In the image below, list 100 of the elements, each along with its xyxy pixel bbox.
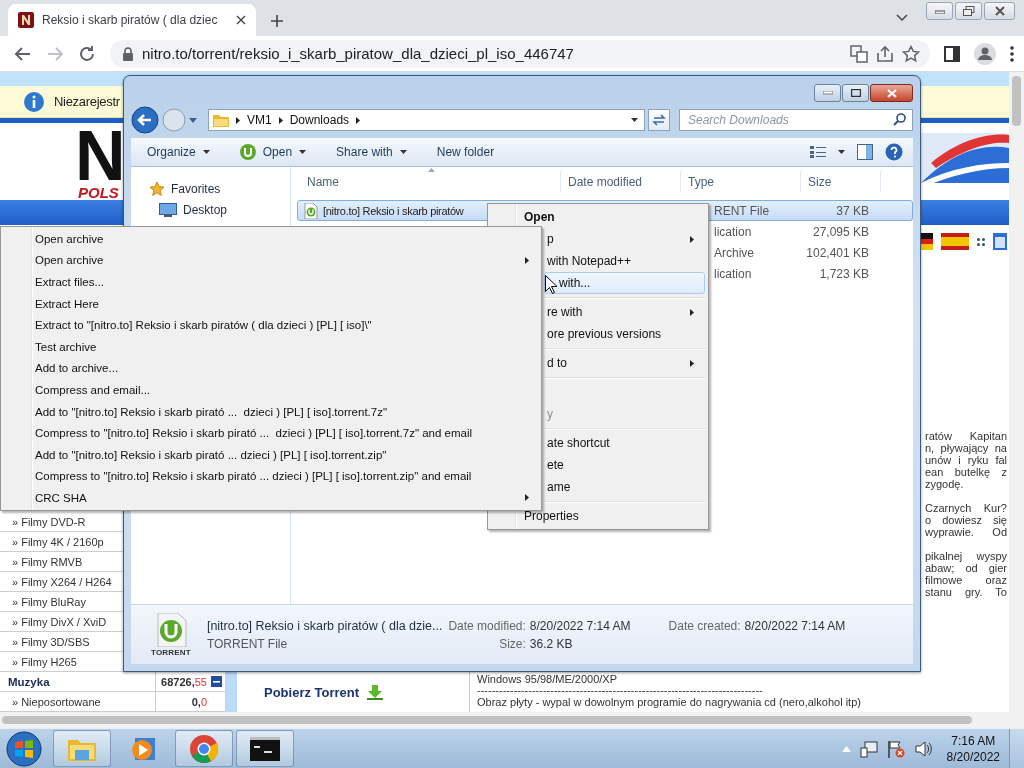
menu-item[interactable]: ore previous versions [544,323,705,345]
preview-pane-icon[interactable] [857,144,873,160]
menu-item[interactable]: with... [544,272,705,294]
view-dropdown-icon [838,150,845,154]
menu-icon[interactable] [1010,45,1014,62]
menu-item[interactable]: with Notepad++ [544,250,705,272]
menu-item[interactable]: Compress and email... [1,379,541,401]
menu-item[interactable]: Add to archive... [1,357,541,380]
subcategory-link[interactable]: » Filmy 3D/SBS [12,635,90,648]
menu-item[interactable]: Compress to "[nitro.to] Reksio i skarb pirató ... dzieci ) [PL] [ iso].torrent.7z" and email [1,422,541,444]
clock-time[interactable]: 7:16 AM [951,732,996,749]
star-icon[interactable] [902,44,920,63]
column-header[interactable]: Date modified [568,174,643,189]
submenu-arrow-icon [690,236,694,243]
instruction-text: Windows 95/98/ME/2000/XP [477,673,619,685]
network-icon[interactable] [859,739,878,758]
address-bar[interactable]: VM1 Downloads [208,109,645,131]
refresh-button[interactable] [648,109,670,131]
detail-file-type: TORRENT File [206,636,289,651]
column-header[interactable]: Type [688,174,714,189]
menu-item[interactable]: p [544,228,705,250]
clock-date[interactable]: 8/20/2022 [946,748,1000,765]
profile-icon[interactable] [974,42,996,65]
notice-text: Niezarejestr [54,94,120,109]
toolbar-button[interactable]: Share with [336,145,407,159]
search-icon [893,113,906,126]
instruction-text: ------------------------------------------------------------------------------ [477,685,764,697]
breadcrumb-item[interactable]: Downloads [289,113,350,127]
subcategory-link[interactable]: » Filmy 4K / 2160p [12,535,104,548]
file-type: lication [713,266,753,281]
view-options-icon[interactable] [810,146,826,158]
minimize-icon [822,91,833,95]
download-link[interactable]: Pobierz Torrent [264,684,360,700]
site-logo[interactable]: N [75,127,126,185]
collapse-icon[interactable] [211,676,222,687]
menu-item[interactable]: Compress to "[nitro.to] Reksio i skarb pirató ... dzieci ) [PL] [ iso].torrent.zip" and email [1,465,541,488]
subcategory-link[interactable]: » Filmy RMVB [12,555,83,568]
subcategory-link[interactable]: » Filmy BluRay [12,595,86,608]
menu-item[interactable]: ate shortcut [544,432,705,454]
spanish-flag-icon [941,233,969,250]
url-text: nitro.to/torrent/reksio_i_skarb_piratow_dla_dzieci_pl_iso_446747 [142,45,575,62]
side-panel-icon[interactable] [944,45,960,62]
close-button[interactable] [984,2,1015,20]
toolbar-button[interactable]: Organize [147,145,210,159]
search-field[interactable]: Search Downloads [679,109,913,131]
translate-icon[interactable] [850,44,868,63]
menu-item[interactable]: ame [544,476,705,498]
chevron-down-icon[interactable] [896,14,908,22]
back-icon[interactable] [14,44,32,63]
menu-item[interactable]: ete [544,454,705,476]
menu-item[interactable]: Add to "[nitro.to] Reksio i skarb pirató ... dzieci ) [PL] [ iso].torrent.zip" [1,443,541,466]
breadcrumb-item[interactable]: VM1 [247,113,272,127]
subcategory-link[interactable]: » Nieposortowane [12,695,101,708]
maximize-button[interactable] [842,84,869,102]
detail-label: Size: [498,636,526,651]
taskbar-button[interactable] [236,730,294,767]
minimize-icon [934,8,945,14]
toolbar-button[interactable]: Open [239,144,307,160]
detail-label: Date modified: [448,618,526,633]
reload-icon[interactable] [78,44,96,63]
toolbar-button[interactable]: New folder [436,145,495,159]
torrent-file-icon [304,202,318,219]
browser-tab[interactable]: Reksio i skarb piratów ( dla dziec [8,4,256,36]
flag-icon[interactable] [886,739,905,758]
speaker-icon[interactable] [913,739,932,758]
column-header[interactable]: Name [307,174,339,189]
menu-item[interactable]: d to [544,352,705,374]
menu-item[interactable]: re with [544,301,705,323]
subcategory-link[interactable]: » Filmy DivX / XviD [12,615,107,628]
navigation-item[interactable]: Desktop [131,199,290,220]
menu-item[interactable]: Test archive [1,335,541,358]
plus-icon[interactable] [270,14,284,28]
submenu-arrow-icon [690,309,694,316]
subcategory-link[interactable]: » Filmy DVD-R [12,515,86,528]
vertical-scrollbar[interactable] [1009,72,1024,712]
menu-item[interactable]: Open archive [1,228,541,250]
menu-item[interactable]: Open [491,206,705,228]
menu-item[interactable]: Add to "[nitro.to] Reksio i skarb pirató ... dzieci ) [PL] [ iso].torrent.7z" [1,400,541,423]
horizontal-scrollbar[interactable] [0,712,1024,728]
back-icon[interactable] [131,106,159,134]
menu-item[interactable]: Extract Here [1,292,541,315]
column-header[interactable]: Size [808,174,832,189]
close-button[interactable] [870,84,913,102]
address-bar[interactable]: nitro.to/torrent/reksio_i_skarb_piratow_dla_dzieci_pl_iso_446747 [110,39,930,68]
menu-item[interactable]: Extract files... [1,271,541,293]
close-icon[interactable] [236,15,246,25]
menu-item[interactable]: Extract to "[nitro.to] Reksio i skarb piratów ( dla dzieci ) [PL] [ iso]\" [1,314,541,336]
subcategory-link[interactable]: » Filmy X264 / H264 [12,575,112,588]
share-icon[interactable] [876,44,894,63]
subcategory-link[interactable]: » Filmy H265 [12,655,77,668]
start-button[interactable] [4,730,44,767]
caret-icon [202,150,210,154]
menu-item[interactable]: Open archive [1,249,541,272]
chevron-right-icon [278,116,283,124]
restore-button[interactable] [955,2,982,20]
item-count: 0, [191,695,201,708]
navigation-item[interactable]: Favorites [131,178,290,199]
torrent-file-icon: TORRENT [151,612,191,657]
instruction-text: Obraz płyty - wypal w dowolnym programie do nagrywania cd (nero,alkohol itp) [477,696,862,708]
help-icon[interactable] [885,143,903,161]
